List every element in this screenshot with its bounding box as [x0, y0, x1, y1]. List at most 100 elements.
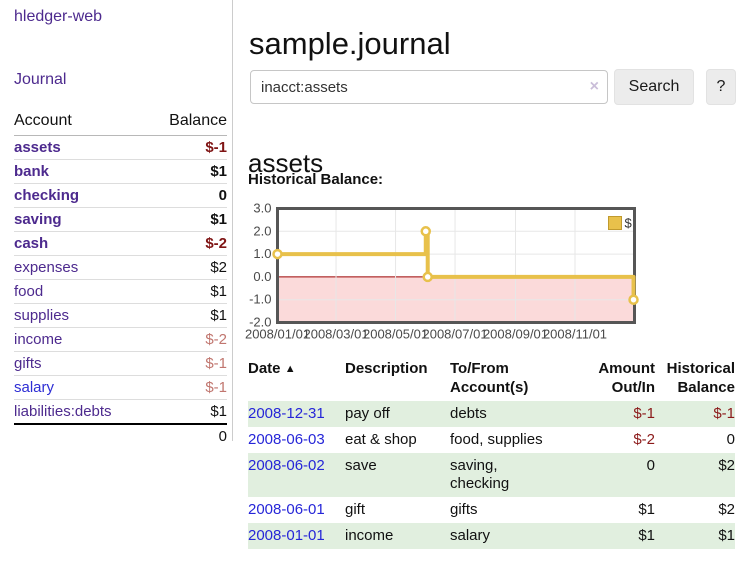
accounts-total-value: 0: [148, 424, 227, 448]
account-balance: $1: [148, 280, 227, 304]
accounts-table: Account Balance assets $-1 bank $1 check…: [14, 110, 227, 448]
account-row-bank: bank $1: [14, 160, 227, 184]
col-amount: AmountOut/In: [578, 357, 655, 401]
account-balance: $-1: [148, 376, 227, 400]
register-row: 2008-06-03 eat & shop food, supplies $-2…: [248, 427, 735, 453]
txn-accounts: debts: [450, 401, 578, 427]
register-row: 2008-06-01 gift gifts $1 $2: [248, 497, 735, 523]
txn-date-link[interactable]: 2008-12-31: [248, 405, 325, 422]
account-link-checking[interactable]: checking: [14, 187, 79, 204]
account-link-cash[interactable]: cash: [14, 235, 48, 252]
account-balance: $1: [148, 304, 227, 328]
account-row-food: food $1: [14, 280, 227, 304]
txn-accounts: salary: [450, 523, 578, 549]
txn-date-link[interactable]: 2008-01-01: [248, 527, 325, 544]
txn-amount: $1: [578, 497, 655, 523]
account-row-gifts: gifts $-1: [14, 352, 227, 376]
account-link-liabilities-debts[interactable]: liabilities:debts: [14, 403, 112, 420]
svg-text:2008/07/01: 2008/07/01: [422, 327, 487, 342]
txn-amount: 0: [578, 453, 655, 497]
txn-balance: $-1: [655, 401, 735, 427]
search-form: × Search ?: [250, 69, 736, 105]
svg-text:2008/01/01: 2008/01/01: [245, 327, 310, 342]
txn-date-link[interactable]: 2008-06-01: [248, 501, 325, 518]
txn-balance: $1: [655, 523, 735, 549]
txn-accounts: saving, checking: [450, 453, 578, 497]
account-link-salary[interactable]: salary: [14, 379, 54, 396]
account-link-supplies[interactable]: supplies: [14, 307, 69, 324]
search-button[interactable]: Search: [614, 69, 694, 105]
account-row-saving: saving $1: [14, 208, 227, 232]
svg-text:$: $: [625, 216, 633, 231]
main-content: sample.journal × Search ? assets Histori…: [248, 0, 742, 582]
search-input-wrap: ×: [250, 70, 608, 104]
txn-description: gift: [345, 497, 450, 523]
txn-date-link[interactable]: 2008-06-02: [248, 457, 325, 474]
account-row-income: income $-2: [14, 328, 227, 352]
account-balance: $-1: [148, 136, 227, 160]
account-balance: $1: [148, 400, 227, 425]
accounts-total-row: 0: [14, 424, 227, 448]
txn-description: income: [345, 523, 450, 549]
register-row: 2008-01-01 income salary $1 $1: [248, 523, 735, 549]
txn-description: pay off: [345, 401, 450, 427]
account-row-salary: salary $-1: [14, 376, 227, 400]
svg-text:-1.0: -1.0: [249, 292, 271, 307]
account-row-expenses: expenses $2: [14, 256, 227, 280]
accounts-header-row: Account Balance: [14, 110, 227, 136]
col-date-sort[interactable]: Date ▲: [248, 357, 345, 401]
register-header-row: Date ▲ Description To/FromAccount(s) Amo…: [248, 357, 735, 401]
app-brand-link[interactable]: hledger-web: [14, 8, 102, 26]
hledger-web-window: hledger-web Journal Account Balance asse…: [0, 0, 742, 582]
page-title: sample.journal: [249, 26, 451, 62]
col-accounts: To/FromAccount(s): [450, 357, 578, 401]
account-row-checking: checking 0: [14, 184, 227, 208]
txn-amount: $-1: [578, 401, 655, 427]
svg-text:2008/11/01: 2008/11/01: [543, 327, 607, 342]
account-balance: $1: [148, 160, 227, 184]
svg-text:2008/05/01: 2008/05/01: [363, 327, 428, 342]
svg-text:3.0: 3.0: [253, 201, 271, 216]
account-link-expenses[interactable]: expenses: [14, 259, 78, 276]
register-row: 2008-06-02 save saving, checking 0 $2: [248, 453, 735, 497]
account-link-assets[interactable]: assets: [14, 139, 61, 156]
historical-balance-chart: $3.02.01.00.0-1.0-2.02008/01/012008/03/0…: [248, 202, 742, 347]
sidebar-item-journal[interactable]: Journal: [14, 71, 66, 89]
account-link-saving[interactable]: saving: [14, 211, 62, 228]
chart-label: Historical Balance:: [248, 171, 383, 188]
col-balance: HistoricalBalance: [655, 357, 735, 401]
account-link-gifts[interactable]: gifts: [14, 355, 42, 372]
account-balance: $2: [148, 256, 227, 280]
account-row-cash: cash $-2: [14, 232, 227, 256]
clear-search-icon[interactable]: ×: [590, 78, 599, 96]
account-balance: $-1: [148, 352, 227, 376]
txn-description: save: [345, 453, 450, 497]
txn-balance: $2: [655, 497, 735, 523]
txn-description: eat & shop: [345, 427, 450, 453]
txn-amount: $-2: [578, 427, 655, 453]
sidebar: hledger-web Journal Account Balance asse…: [0, 0, 233, 441]
help-button[interactable]: ?: [706, 69, 736, 105]
svg-text:1.0: 1.0: [253, 246, 271, 261]
txn-accounts: food, supplies: [450, 427, 578, 453]
search-input[interactable]: [250, 70, 608, 104]
account-link-income[interactable]: income: [14, 331, 62, 348]
txn-date-link[interactable]: 2008-06-03: [248, 431, 325, 448]
col-description: Description: [345, 357, 450, 401]
account-link-bank[interactable]: bank: [14, 163, 49, 180]
txn-balance: 0: [655, 427, 735, 453]
txn-amount: $1: [578, 523, 655, 549]
account-link-food[interactable]: food: [14, 283, 43, 300]
svg-text:2.0: 2.0: [253, 223, 271, 238]
svg-text:2008/03/01: 2008/03/01: [303, 327, 368, 342]
account-row-assets: assets $-1: [14, 136, 227, 160]
register-table: Date ▲ Description To/FromAccount(s) Amo…: [248, 357, 735, 549]
chart-canvas: $3.02.01.00.0-1.0-2.02008/01/012008/03/0…: [248, 202, 742, 347]
accounts-col-balance: Balance: [148, 110, 227, 136]
account-row-liabilities-debts: liabilities:debts $1: [14, 400, 227, 425]
svg-text:0.0: 0.0: [253, 269, 271, 284]
account-balance: 0: [148, 184, 227, 208]
register-row: 2008-12-31 pay off debts $-1 $-1: [248, 401, 735, 427]
svg-text:2008/09/01: 2008/09/01: [483, 327, 548, 342]
txn-accounts: gifts: [450, 497, 578, 523]
